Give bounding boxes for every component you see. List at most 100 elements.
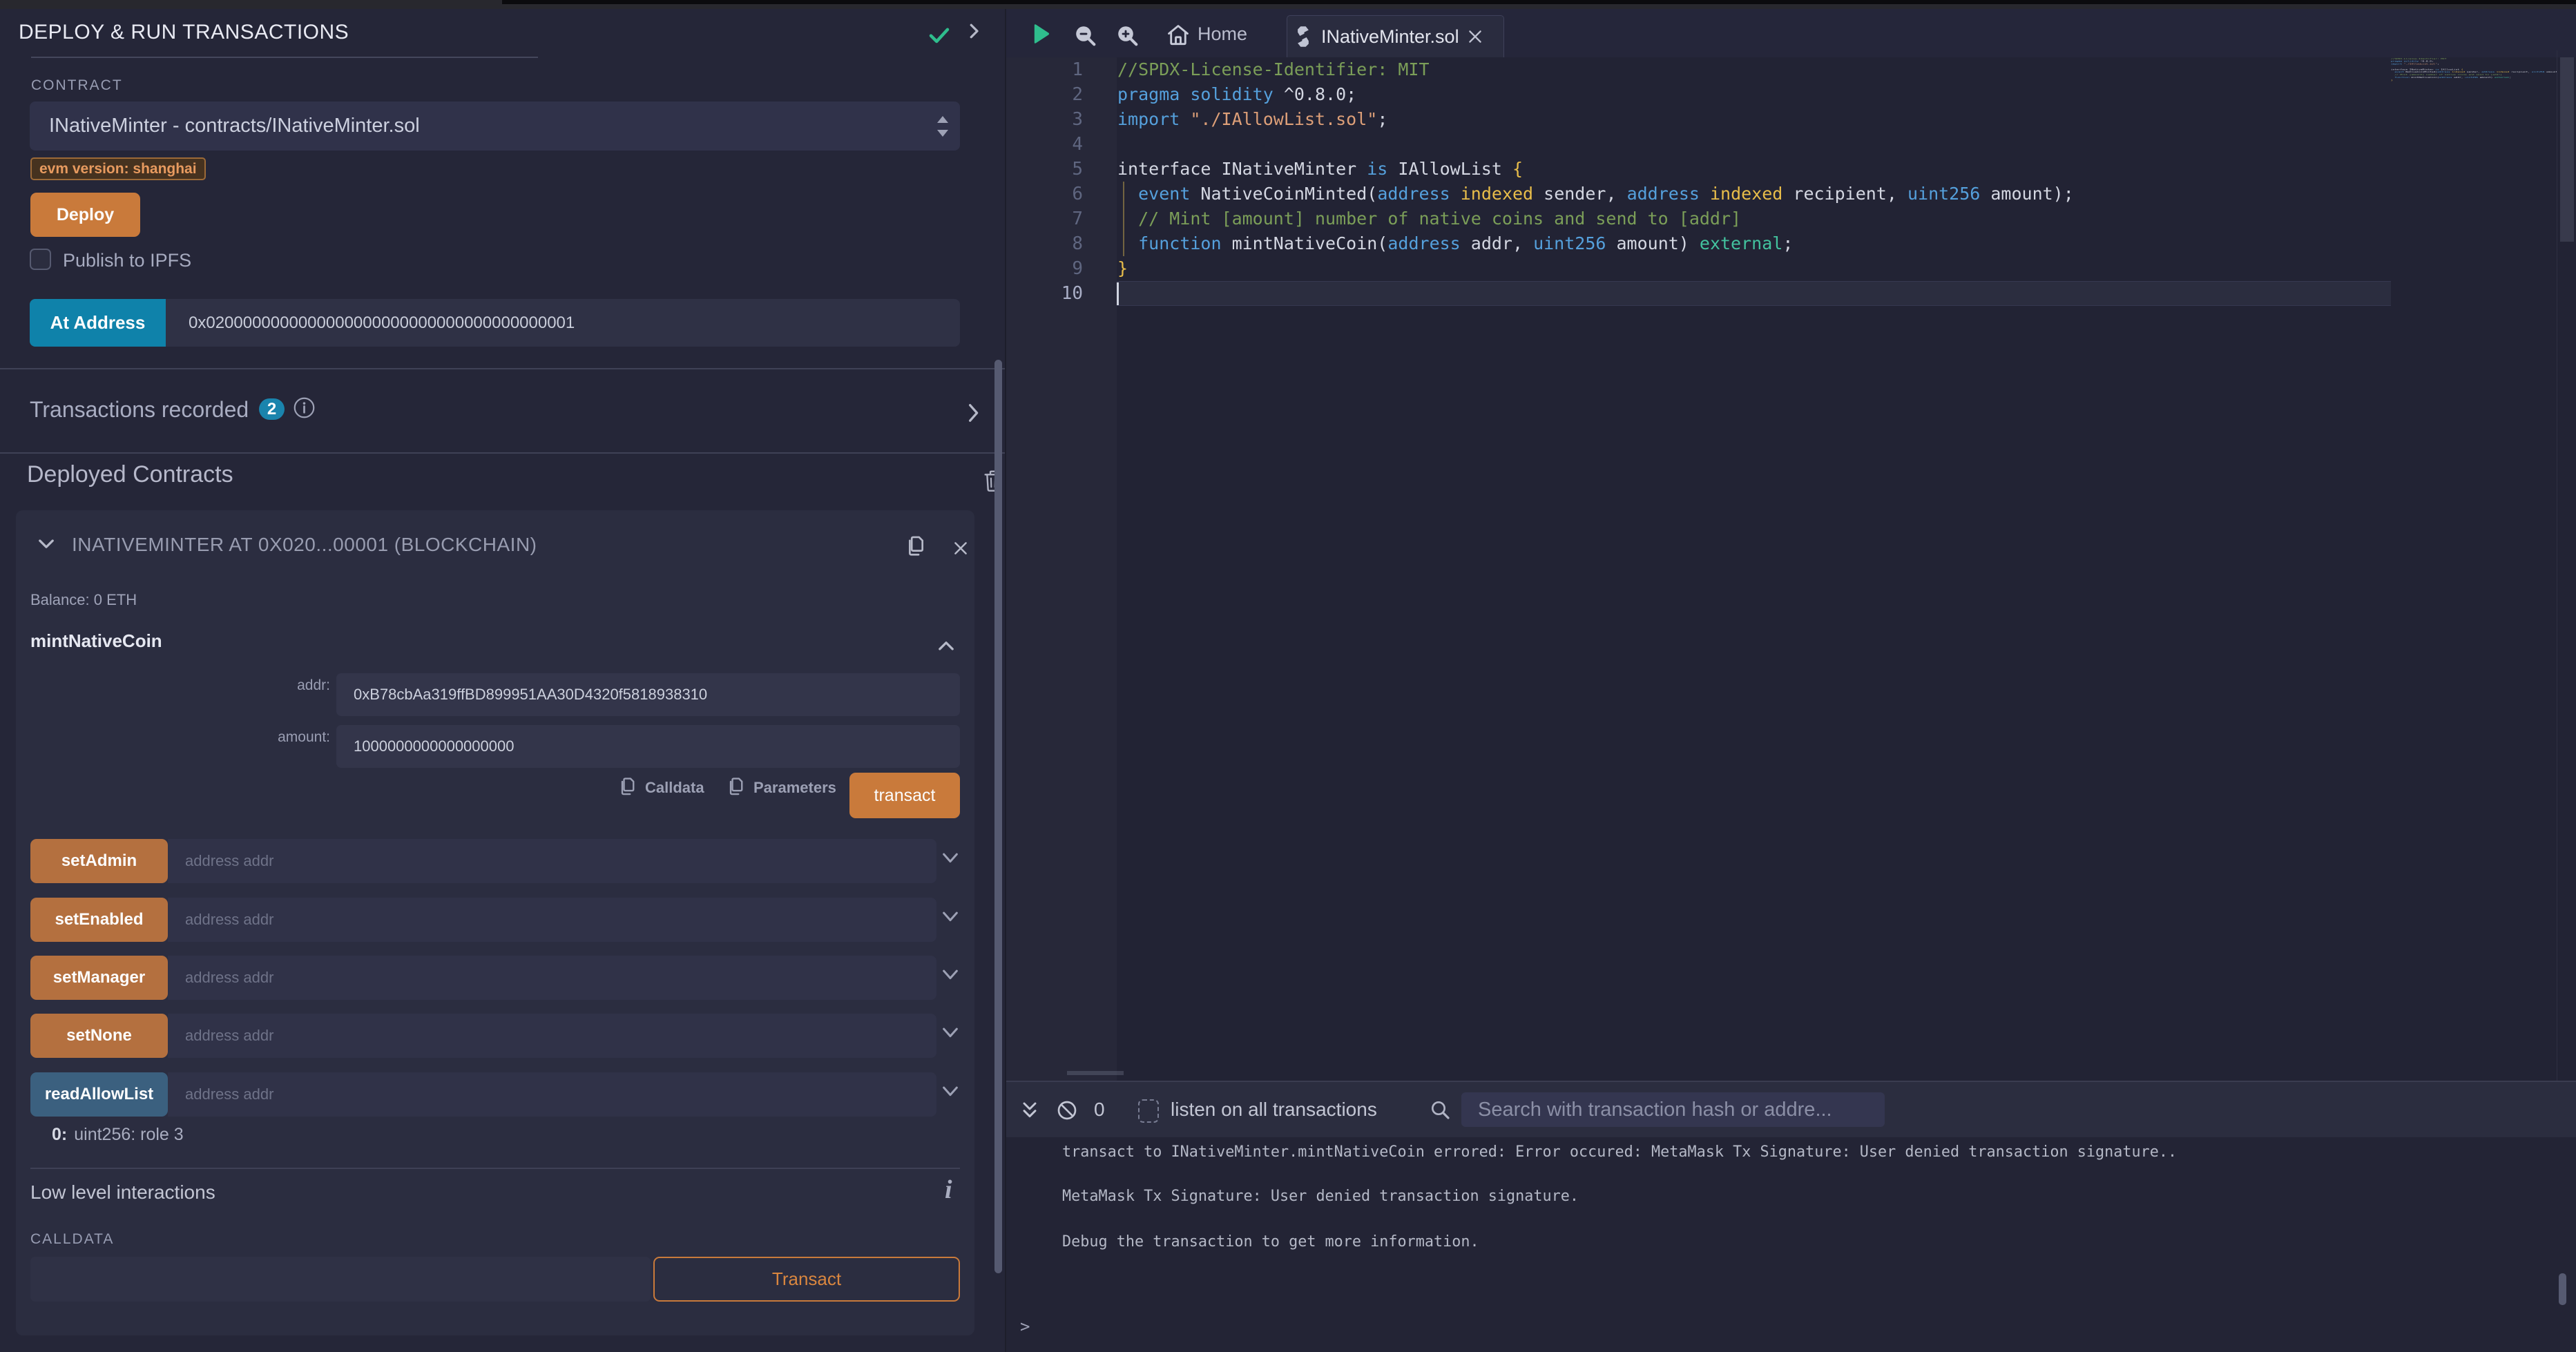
- contract-select[interactable]: INativeMinter - contracts/INativeMinter.…: [30, 102, 960, 151]
- setManager-input[interactable]: [168, 956, 936, 1000]
- editor-minimap[interactable]: //SPDX-License-Identifier: MITpragma sol…: [2391, 57, 2557, 140]
- line-numbers: 12345678910: [1006, 57, 1083, 306]
- divider: [0, 452, 1006, 454]
- low-level-transact-button[interactable]: Transact: [653, 1257, 960, 1302]
- output-index: 0:: [52, 1125, 67, 1144]
- terminal-log-3: Debug the transaction to get more inform…: [1062, 1233, 1479, 1250]
- code-line-1: //SPDX-License-Identifier: MIT: [1117, 57, 2430, 82]
- info-icon: i: [945, 1175, 952, 1205]
- evm-version-badge: evm version: shanghai: [30, 157, 206, 180]
- line-number-5: 5: [1006, 157, 1083, 182]
- close-contract-icon[interactable]: [952, 539, 970, 557]
- setManager-expand-icon[interactable]: [941, 967, 960, 983]
- editor-hscrollbar-thumb[interactable]: [1067, 1071, 1124, 1075]
- setEnabled-expand-icon[interactable]: [941, 909, 960, 925]
- copy-calldata-button[interactable]: Calldata: [645, 779, 704, 797]
- setNone-button[interactable]: setNone: [30, 1014, 168, 1058]
- transact-button[interactable]: transact: [849, 773, 960, 818]
- terminal-scrollbar[interactable]: [2559, 1273, 2566, 1305]
- setNone-expand-icon[interactable]: [941, 1025, 960, 1041]
- code-line-8: function mintNativeCoin(address addr, ui…: [1117, 231, 2430, 256]
- select-arrows-icon: [934, 114, 952, 139]
- line-number-4: 4: [1006, 132, 1083, 157]
- amount-field-input[interactable]: [336, 725, 960, 768]
- contract-balance: Balance: 0 ETH: [30, 591, 137, 609]
- transactions-expand-icon[interactable]: [963, 399, 983, 427]
- line-number-2: 2: [1006, 82, 1083, 107]
- status-check-icon: [927, 23, 952, 48]
- divider: [30, 1168, 960, 1169]
- setEnabled-button[interactable]: setEnabled: [30, 898, 168, 942]
- editor-area: Home INativeMinter.sol 12345678910 //SPD…: [1006, 9, 2576, 1081]
- solidity-file-icon: [1296, 26, 1311, 47]
- setAdmin-input[interactable]: [168, 839, 936, 883]
- deployed-contracts-header: Deployed Contracts: [27, 461, 233, 488]
- code-line-2: pragma solidity ^0.8.0;: [1117, 82, 2430, 107]
- function-row-readAllowList: readAllowList: [30, 1072, 960, 1117]
- amount-field-label: amount:: [30, 729, 330, 746]
- contract-select-value: INativeMinter - contracts/INativeMinter.…: [49, 115, 420, 137]
- divider: [0, 368, 1006, 369]
- tab-label: INativeMinter.sol: [1321, 26, 1459, 48]
- listen-checkbox[interactable]: [1138, 1099, 1159, 1123]
- terminal-expand-icon[interactable]: [1019, 1099, 1041, 1121]
- line-number-7: 7: [1006, 206, 1083, 231]
- clear-console-icon[interactable]: [1056, 1099, 1078, 1121]
- setEnabled-input[interactable]: [168, 898, 936, 942]
- terminal-log-1: transact to INativeMinter.mintNativeCoin…: [1062, 1143, 2177, 1161]
- copy-address-icon[interactable]: [902, 534, 925, 560]
- terminal-search-input[interactable]: [1461, 1092, 1885, 1127]
- collapse-panel-icon[interactable]: [963, 21, 984, 41]
- home-icon[interactable]: [1165, 22, 1191, 48]
- readAllowList-input[interactable]: [168, 1072, 936, 1117]
- run-script-icon[interactable]: [1031, 23, 1052, 45]
- contract-label: CONTRACT: [31, 77, 123, 94]
- editor-scrollbar-thumb[interactable]: [2560, 57, 2574, 242]
- deploy-run-panel: DEPLOY & RUN TRANSACTIONS CONTRACT INati…: [0, 9, 1006, 1352]
- copy-parameters-button[interactable]: Parameters: [753, 779, 836, 797]
- terminal-prompt: >: [1020, 1317, 1030, 1336]
- transactions-count-badge: 2: [259, 398, 285, 420]
- readAllowList-button[interactable]: readAllowList: [30, 1072, 168, 1117]
- publish-ipfs-label: Publish to IPFS: [63, 250, 191, 271]
- function-collapse-icon[interactable]: [934, 634, 958, 657]
- code-line-5: interface INativeMinter is IAllowList {: [1117, 157, 2430, 182]
- setAdmin-expand-icon[interactable]: [941, 850, 960, 867]
- editor-tabbar: Home INativeMinter.sol: [1006, 9, 2576, 57]
- tab-inativeminter[interactable]: INativeMinter.sol: [1287, 15, 1504, 57]
- editor-cursor: [1117, 282, 1119, 305]
- copy-parameters-icon[interactable]: [724, 775, 744, 799]
- panel-scrollbar[interactable]: [994, 360, 1002, 1273]
- at-address-button[interactable]: At Address: [30, 299, 166, 347]
- code-line-9: }: [1117, 256, 2430, 281]
- setManager-button[interactable]: setManager: [30, 956, 168, 1000]
- code-line-10: [2391, 81, 2421, 84]
- copy-calldata-icon[interactable]: [615, 775, 636, 799]
- zoom-out-icon[interactable]: [1073, 23, 1098, 48]
- terminal: 0 listen on all transactions transact to…: [1006, 1081, 2576, 1352]
- code-content[interactable]: //SPDX-License-Identifier: MITpragma sol…: [1117, 57, 2430, 306]
- calldata-input[interactable]: [30, 1257, 651, 1302]
- setNone-input[interactable]: [168, 1014, 936, 1058]
- deploy-button[interactable]: Deploy: [30, 193, 140, 237]
- readAllowList-expand-icon[interactable]: [941, 1083, 960, 1100]
- window-top-strip-right: [502, 0, 2576, 4]
- function-row-setEnabled: setEnabled: [30, 898, 960, 942]
- line-number-9: 9: [1006, 256, 1083, 281]
- home-tab-label[interactable]: Home: [1198, 23, 1247, 45]
- line-number-10: 10: [1006, 281, 1083, 306]
- code-line-10: [1117, 281, 2430, 306]
- function-row-setManager: setManager: [30, 956, 960, 1000]
- addr-field-label: addr:: [30, 677, 330, 694]
- publish-ipfs-checkbox[interactable]: [30, 249, 51, 270]
- function-row-setNone: setNone: [30, 1014, 960, 1058]
- zoom-in-icon[interactable]: [1115, 23, 1140, 48]
- code-line-4: [1117, 132, 2430, 157]
- tab-close-icon[interactable]: [1466, 28, 1484, 46]
- setAdmin-button[interactable]: setAdmin: [30, 839, 168, 883]
- contract-collapse-icon[interactable]: [35, 532, 58, 556]
- at-address-input[interactable]: [166, 299, 960, 347]
- addr-field-input[interactable]: [336, 673, 960, 716]
- calldata-label: CALLDATA: [30, 1231, 114, 1248]
- line-number-6: 6: [1006, 182, 1083, 206]
